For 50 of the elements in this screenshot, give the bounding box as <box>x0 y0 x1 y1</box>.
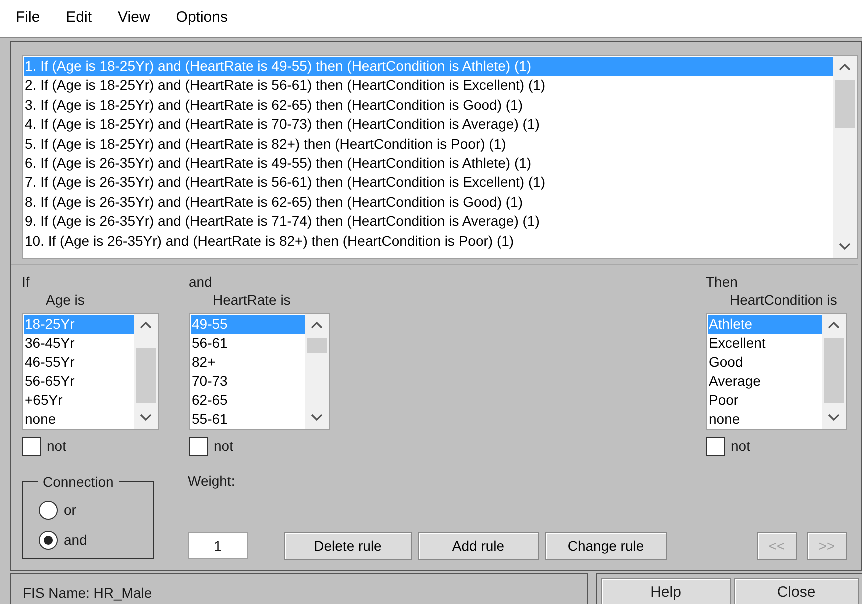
weight-label: Weight: <box>188 472 236 491</box>
list-item[interactable]: 46-55Yr <box>24 353 134 372</box>
list-item[interactable]: Poor <box>708 391 822 410</box>
list-item[interactable]: 82+ <box>191 353 305 372</box>
variable-label: Age is <box>45 291 86 310</box>
column-prefix: Then <box>706 273 739 291</box>
not-label: not <box>731 437 750 456</box>
weight-field[interactable]: 1 <box>188 532 248 559</box>
rule-item[interactable]: 8. If (Age is 26-35Yr) and (HeartRate is 62-65) then (HeartCondition is Good) (1) <box>24 192 833 212</box>
help-button[interactable]: Help <box>601 578 731 604</box>
menu-item[interactable]: View <box>118 7 150 30</box>
variable-label: HeartCondition is <box>729 291 838 310</box>
fis-name: FIS Name: HR_Male <box>23 585 152 601</box>
rule-item[interactable]: 5. If (Age is 18-25Yr) and (HeartRate is 82+) then (HeartCondition is Poor) (1) <box>24 134 833 154</box>
list-item[interactable]: Average <box>708 372 822 391</box>
list-item[interactable]: Excellent <box>708 334 822 353</box>
rule-item[interactable]: 6. If (Age is 26-35Yr) and (HeartRate is 49-55) then (HeartCondition is Athlete) (1) <box>24 154 833 174</box>
variable-label: HeartRate is <box>212 291 292 310</box>
column-prefix: If <box>22 273 31 291</box>
add-rule-button[interactable]: Add rule <box>418 532 539 560</box>
list-item[interactable]: none <box>24 410 134 429</box>
rule-item[interactable]: 9. If (Age is 26-35Yr) and (HeartRate is 71-74) then (HeartCondition is Average) (1) <box>24 212 833 232</box>
menu-item[interactable]: Options <box>176 7 228 30</box>
list-item[interactable]: 70-73 <box>191 372 305 391</box>
close-button[interactable]: Close <box>734 578 859 604</box>
rule-item[interactable]: 10. If (Age is 26-35Yr) and (HeartRate is 82+) then (HeartCondition is Poor) (1) <box>24 232 833 251</box>
column-prefix: and <box>189 273 214 291</box>
list-item[interactable]: +65Yr <box>24 391 134 410</box>
list-item[interactable]: 36-45Yr <box>24 334 134 353</box>
list-item[interactable]: none <box>708 410 822 429</box>
not-label: not <box>214 437 234 456</box>
rule-item[interactable]: 4. If (Age is 18-25Yr) and (HeartRate is 70-73) then (HeartCondition is Average) (1) <box>24 115 833 135</box>
change-rule-button[interactable]: Change rule <box>545 532 667 560</box>
list-item[interactable]: 55-61 <box>191 410 305 429</box>
radio-label: and <box>64 531 88 550</box>
menu-item[interactable]: File <box>16 7 40 30</box>
radio-label: or <box>64 501 76 520</box>
rule-item[interactable]: 3. If (Age is 18-25Yr) and (HeartRate is 62-65) then (HeartCondition is Good) (1) <box>24 96 833 116</box>
list-item[interactable]: 56-65Yr <box>24 372 134 391</box>
menu-item[interactable]: Edit <box>66 7 92 30</box>
list-box[interactable]: 18-25Yr 36-45Yr 46-55Yr 56-65Yr +65Yr none <box>22 313 159 430</box>
not-label: not <box>47 437 66 456</box>
rule-item[interactable]: 2. If (Age is 18-25Yr) and (HeartRate is 56-61) then (HeartCondition is Excellent) (1) <box>24 76 833 96</box>
list-item[interactable]: Good <box>708 353 822 372</box>
list-box[interactable]: 49-55 56-61 82+ 70-73 62-65 55-61 <box>189 313 330 430</box>
list-box[interactable]: Athlete Excellent Good Average Poor none <box>706 313 847 430</box>
rule-item[interactable]: 7. If (Age is 26-35Yr) and (HeartRate is 56-61) then (HeartCondition is Excellent) (1) <box>24 173 833 193</box>
list-item[interactable]: 62-65 <box>191 391 305 410</box>
list-item[interactable]: 56-61 <box>191 334 305 353</box>
delete-rule-button[interactable]: Delete rule <box>284 532 412 560</box>
